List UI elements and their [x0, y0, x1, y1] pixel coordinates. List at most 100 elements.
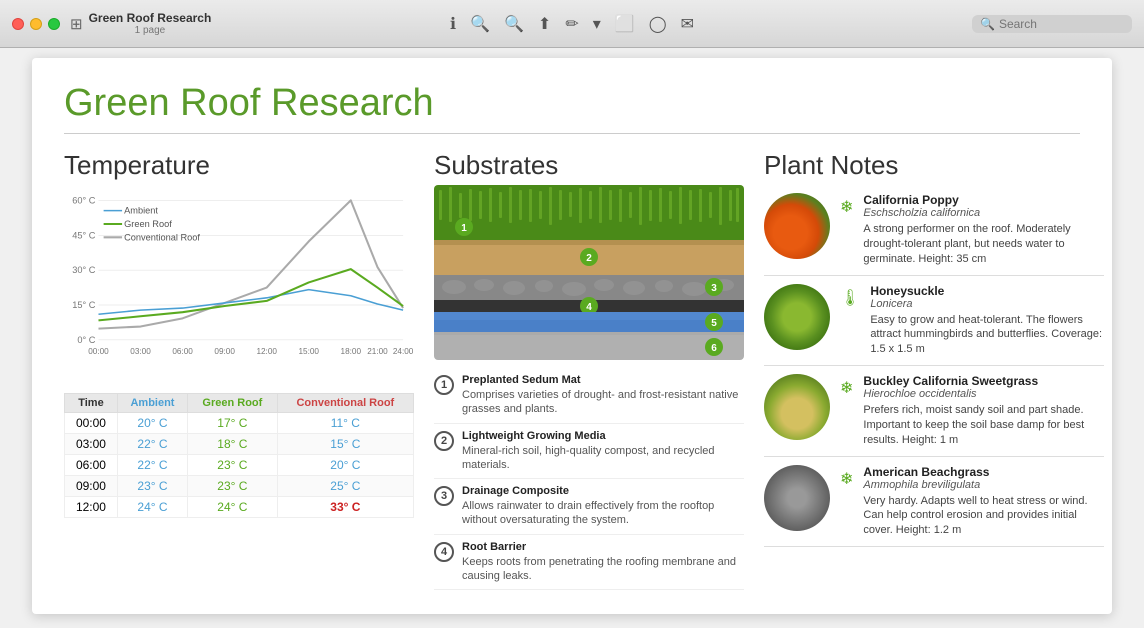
substrate-title: Lightweight Growing Media [462, 430, 744, 442]
markup-icon[interactable]: ✉ [681, 14, 694, 34]
plant-notes-title: Plant Notes [764, 150, 1104, 181]
zoom-out-icon[interactable]: 🔍 [470, 14, 490, 34]
doc-title: Green Roof Research [89, 11, 212, 25]
plant-icon: ❄ [840, 197, 853, 217]
titlebar: ⊞ Green Roof Research 1 page ℹ 🔍 🔍 ⬆ ✏ ▾… [0, 0, 1144, 48]
search-input[interactable] [999, 17, 1119, 31]
svg-text:45° C: 45° C [72, 230, 96, 240]
svg-text:21:00: 21:00 [367, 347, 388, 356]
cell-ambient: 23° C [117, 476, 187, 497]
list-item: 3 Drainage Composite Allows rainwater to… [434, 479, 744, 535]
substrate-text: Preplanted Sedum Mat Comprises varieties… [462, 374, 744, 417]
plant-image [764, 193, 830, 259]
svg-text:4: 4 [586, 302, 592, 313]
list-item: 4 Root Barrier Keeps roots from penetrat… [434, 535, 744, 591]
plant-icon: ❄ [840, 469, 853, 489]
cell-conv: 20° C [277, 455, 413, 476]
sidebar-toggle-icon[interactable]: ⊞ [70, 15, 83, 33]
substrate-svg: 1 2 [434, 185, 744, 360]
substrate-number: 4 [434, 542, 454, 562]
svg-text:Green Roof: Green Roof [124, 219, 172, 229]
pencil-icon[interactable]: ✏ [565, 14, 578, 34]
cell-conv: 25° C [277, 476, 413, 497]
svg-text:5: 5 [711, 318, 717, 329]
maximize-button[interactable] [48, 18, 60, 30]
svg-text:00:00: 00:00 [88, 347, 109, 356]
cell-ambient: 22° C [117, 455, 187, 476]
search-icon: 🔍 [980, 17, 995, 31]
svg-text:2: 2 [586, 253, 592, 264]
substrate-text: Lightweight Growing Media Mineral-rich s… [462, 430, 744, 473]
svg-text:12:00: 12:00 [256, 347, 277, 356]
col-header-green: Green Roof [188, 394, 278, 413]
list-item: 2 Lightweight Growing Media Mineral-rich… [434, 424, 744, 480]
svg-text:0° C: 0° C [77, 335, 95, 345]
svg-text:1: 1 [461, 223, 467, 234]
person-icon[interactable]: ◯ [649, 14, 667, 34]
share-icon[interactable]: ⬆ [538, 14, 551, 34]
cell-green: 23° C [188, 476, 278, 497]
col-header-ambient: Ambient [117, 394, 187, 413]
svg-text:15:00: 15:00 [298, 347, 319, 356]
cell-green: 18° C [188, 434, 278, 455]
svg-text:3: 3 [711, 283, 717, 294]
info-icon[interactable]: ℹ [450, 14, 456, 34]
svg-text:09:00: 09:00 [214, 347, 235, 356]
plant-name: California Poppy [863, 193, 1104, 207]
substrate-title: Preplanted Sedum Mat [462, 374, 744, 386]
svg-text:06:00: 06:00 [172, 347, 193, 356]
cell-green: 23° C [188, 455, 278, 476]
plant-latin: Eschscholzia californica [863, 207, 1104, 219]
search-bar[interactable]: 🔍 [972, 15, 1132, 33]
cell-green: 24° C [188, 497, 278, 518]
cell-conv: 15° C [277, 434, 413, 455]
page-title: Green Roof Research [64, 82, 1080, 134]
close-button[interactable] [12, 18, 24, 30]
cell-time: 06:00 [65, 455, 118, 476]
table-row: 06:00 22° C 23° C 20° C [65, 455, 414, 476]
plant-latin: Lonicera [870, 298, 1104, 310]
zoom-in-icon[interactable]: 🔍 [504, 14, 524, 34]
substrate-text: Root Barrier Keeps roots from penetratin… [462, 541, 744, 584]
svg-text:03:00: 03:00 [130, 347, 151, 356]
cell-ambient: 24° C [117, 497, 187, 518]
svg-text:15° C: 15° C [72, 300, 96, 310]
svg-text:30° C: 30° C [72, 265, 96, 275]
substrates-column: Substrates [434, 150, 744, 614]
page: Green Roof Research Temperature 60° C 45… [32, 58, 1112, 614]
cell-time: 03:00 [65, 434, 118, 455]
cell-ambient: 22° C [117, 434, 187, 455]
plant-info: Buckley California Sweetgrass Hierochloe… [863, 374, 1104, 448]
substrate-text: Drainage Composite Allows rainwater to d… [462, 485, 744, 528]
plant-item: ❄ California Poppy Eschscholzia californ… [764, 185, 1104, 276]
plant-item: ❄ Buckley California Sweetgrass Hierochl… [764, 366, 1104, 457]
substrate-number: 1 [434, 375, 454, 395]
plant-image [764, 284, 830, 350]
col-header-conv: Conventional Roof [277, 394, 413, 413]
table-row: 03:00 22° C 18° C 15° C [65, 434, 414, 455]
plant-notes-column: Plant Notes ❄ California Poppy Eschschol… [764, 150, 1104, 614]
svg-text:24:00: 24:00 [393, 347, 414, 356]
window-icon[interactable]: ⬜ [615, 14, 635, 34]
plant-image [764, 465, 830, 531]
chart-svg: 60° C 45° C 30° C 15° C 0° C 00:00 [64, 185, 414, 385]
minimize-button[interactable] [30, 18, 42, 30]
window-controls [12, 18, 60, 30]
substrate-desc: Comprises varieties of drought- and fros… [462, 388, 744, 417]
svg-text:Ambient: Ambient [124, 206, 158, 216]
cell-time: 12:00 [65, 497, 118, 518]
cell-green: 17° C [188, 413, 278, 434]
chevron-down-icon[interactable]: ▾ [593, 14, 601, 34]
plant-name: Honeysuckle [870, 284, 1104, 298]
plant-desc: Very hardy. Adapts well to heat stress o… [863, 494, 1104, 539]
plant-desc: Prefers rich, moist sandy soil and part … [863, 403, 1104, 448]
columns: Temperature 60° C 45° C 30° C 15° C 0° C [64, 150, 1080, 614]
col-header-time: Time [65, 394, 118, 413]
plant-item: ❄ American Beachgrass Ammophila brevilig… [764, 457, 1104, 548]
plant-info: American Beachgrass Ammophila breviligul… [863, 465, 1104, 539]
plant-name: Buckley California Sweetgrass [863, 374, 1104, 388]
cell-conv: 33° C [277, 497, 413, 518]
temperature-chart: 60° C 45° C 30° C 15° C 0° C 00:00 [64, 185, 414, 385]
table-row: 00:00 20° C 17° C 11° C [65, 413, 414, 434]
toolbar-icons: ℹ 🔍 🔍 ⬆ ✏ ▾ ⬜ ◯ ✉ [450, 14, 694, 34]
